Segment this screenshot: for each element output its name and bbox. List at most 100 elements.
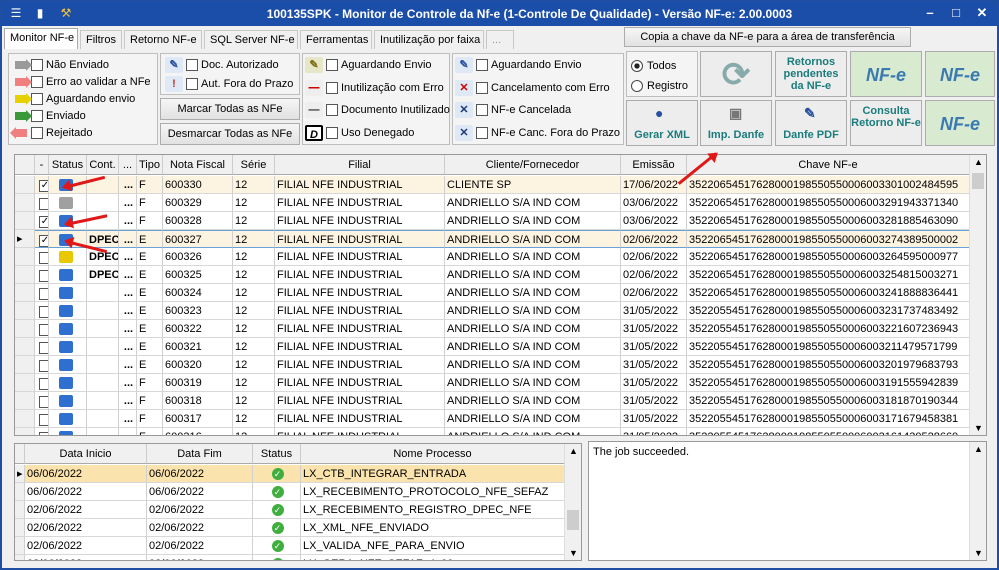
- legend-nao-enviado[interactable]: Não Enviado: [15, 57, 109, 73]
- row-checkbox[interactable]: [35, 302, 49, 320]
- checkbox[interactable]: [326, 127, 338, 139]
- row-checkbox[interactable]: [35, 428, 49, 435]
- wrench-icon[interactable]: ⚒: [58, 5, 74, 21]
- scroll-thumb[interactable]: [972, 173, 984, 189]
- grid-header-8[interactable]: Filial: [275, 155, 445, 175]
- row-menu-button[interactable]: ...: [119, 320, 137, 338]
- table-row[interactable]: ... F 600317 12 FILIAL NFE INDUSTRIAL ANDRIEL…: [15, 410, 970, 428]
- checkbox[interactable]: [39, 360, 48, 373]
- checkbox[interactable]: [39, 342, 48, 355]
- checkbox[interactable]: [31, 127, 43, 139]
- row-menu-button[interactable]: ...: [119, 284, 137, 302]
- retornos-pendentes-button[interactable]: Retornos pendentes da NF-e: [775, 51, 847, 97]
- log-scrollbar[interactable]: ▲ ▼: [969, 442, 986, 560]
- row-menu-button[interactable]: ...: [119, 338, 137, 356]
- job-row[interactable]: 02/06/2022 02/06/2022 ✓ LX_VALIDA_NFE_PARA_…: [15, 537, 565, 555]
- row-menu-button[interactable]: ...: [119, 374, 137, 392]
- grid-header-1[interactable]: -: [35, 155, 49, 175]
- table-row[interactable]: ...F60031612FILIAL NFE INDUSTRIALANDRIEL…: [15, 428, 970, 435]
- jobs-header-1[interactable]: Data Inicio: [25, 444, 147, 464]
- consulta-retorno-button[interactable]: Consulta Retorno NF-e: [850, 100, 922, 146]
- table-row[interactable]: ... F 600318 12 FILIAL NFE INDUSTRIAL ANDRIEL…: [15, 392, 970, 410]
- grid-header-6[interactable]: Nota Fiscal: [163, 155, 233, 175]
- row-checkbox[interactable]: [35, 338, 49, 356]
- table-row[interactable]: ✓... F 600330 12 FILIAL NFE INDUSTRIAL CLIENT…: [15, 176, 970, 194]
- maximize-button[interactable]: □: [943, 4, 969, 22]
- row-checkbox[interactable]: [35, 194, 49, 212]
- nfe-consult-button[interactable]: NF-e: [925, 100, 995, 146]
- filter-aut-fora-prazo[interactable]: ! Aut. Fora do Prazo: [165, 76, 293, 92]
- row-menu-button[interactable]: ...: [119, 410, 137, 428]
- row-menu-button[interactable]: ...: [119, 428, 137, 435]
- refresh-button[interactable]: ⟳: [700, 51, 772, 97]
- checkbox[interactable]: [476, 59, 488, 71]
- checkbox[interactable]: [476, 127, 488, 139]
- jobs-header-2[interactable]: Data Fim: [147, 444, 253, 464]
- checkbox[interactable]: [39, 198, 48, 211]
- radio-registro[interactable]: Registro: [631, 78, 688, 94]
- checkbox[interactable]: [39, 396, 48, 409]
- job-row[interactable]: 02/06/2022 02/06/2022 ✓ LX_XML_NFE_ENVIADO: [15, 519, 565, 537]
- traffic-light-icon[interactable]: ▮: [32, 5, 48, 21]
- filter-doc-autorizado[interactable]: ✎ Doc. Autorizado: [165, 57, 279, 73]
- tab-ferramentas[interactable]: Ferramentas: [300, 30, 372, 50]
- filter-inut-erro[interactable]: — Inutilização com Erro: [305, 80, 444, 96]
- nfe-grid-scrollbar[interactable]: ▲ ▼: [969, 155, 986, 435]
- table-row[interactable]: ... E 600322 12 FILIAL NFE INDUSTRIAL ANDRIEL…: [15, 320, 970, 338]
- grid-header-3[interactable]: Cont.: [87, 155, 119, 175]
- grid-header-7[interactable]: Série: [233, 155, 275, 175]
- checkbox[interactable]: [186, 59, 198, 71]
- row-menu-button[interactable]: ...: [119, 266, 137, 284]
- row-checkbox[interactable]: [35, 320, 49, 338]
- scroll-down-icon[interactable]: ▼: [569, 548, 578, 558]
- table-row[interactable]: ... E 600323 12 FILIAL NFE INDUSTRIAL ANDRIEL…: [15, 302, 970, 320]
- table-row[interactable]: ... E 600321 12 FILIAL NFE INDUSTRIAL ANDRIEL…: [15, 338, 970, 356]
- checkbox[interactable]: [39, 270, 48, 283]
- filter-inut-aguardando[interactable]: ✎ Aguardando Envio: [305, 57, 432, 73]
- tab-sql-server-nfe[interactable]: SQL Server NF-e: [204, 30, 298, 50]
- job-row[interactable]: 02/06/202202/06/2022 ✓ LX_GERA_NFE_SEFAZ_4…: [15, 555, 565, 560]
- row-checkbox[interactable]: ✓: [35, 212, 49, 230]
- filter-doc-inutilizado[interactable]: — Documento Inutilizado: [305, 102, 450, 118]
- scroll-down-icon[interactable]: ▼: [974, 548, 983, 558]
- nfe-send-button[interactable]: NF-e: [850, 51, 922, 97]
- checkbox[interactable]: ✓: [39, 216, 48, 229]
- table-row[interactable]: ... F 600319 12 FILIAL NFE INDUSTRIAL ANDRIEL…: [15, 374, 970, 392]
- checkbox[interactable]: [476, 104, 488, 116]
- jobs-grid-scrollbar[interactable]: ▲ ▼: [564, 444, 581, 560]
- tab-monitor-nfe[interactable]: Monitor NF-e: [4, 28, 78, 50]
- checkbox[interactable]: [39, 378, 48, 391]
- filter-nfe-cancelada[interactable]: ✕ NF-e Cancelada: [455, 102, 571, 118]
- table-row[interactable]: ✓... F 600328 12 FILIAL NFE INDUSTRIAL ANDRIE…: [15, 212, 970, 230]
- nfe-cancel-button[interactable]: NF-e: [925, 51, 995, 97]
- row-checkbox[interactable]: [35, 284, 49, 302]
- checkbox[interactable]: [326, 59, 338, 71]
- legend-enviado[interactable]: Enviado: [15, 108, 86, 124]
- job-row[interactable]: 02/06/2022 02/06/2022 ✓ LX_RECEBIMENTO_REGI…: [15, 501, 565, 519]
- checkbox[interactable]: [39, 324, 48, 337]
- row-menu-button[interactable]: ...: [119, 176, 137, 194]
- checkbox[interactable]: [31, 93, 43, 105]
- row-menu-button[interactable]: ...: [119, 212, 137, 230]
- jobs-header-3[interactable]: Status: [253, 444, 301, 464]
- checkbox[interactable]: [39, 252, 48, 265]
- grid-header-4[interactable]: ...: [119, 155, 137, 175]
- row-menu-button[interactable]: ...: [119, 194, 137, 212]
- filter-uso-denegado[interactable]: D Uso Denegado: [305, 125, 414, 141]
- job-row[interactable]: 06/06/2022 06/06/2022 ✓ LX_RECEBIMENTO_PROT…: [15, 483, 565, 501]
- filter-canc-fora-prazo[interactable]: ✕ NF-e Canc. Fora do Prazo: [455, 125, 620, 141]
- checkbox[interactable]: [186, 78, 198, 90]
- checkbox[interactable]: ✓: [39, 180, 48, 193]
- row-menu-button[interactable]: ...: [119, 356, 137, 374]
- checkbox[interactable]: [326, 104, 338, 116]
- radio-selected[interactable]: [631, 60, 643, 72]
- close-button[interactable]: ✕: [969, 4, 995, 22]
- minimize-button[interactable]: –: [917, 4, 943, 22]
- table-row[interactable]: ▸ ✓ DPEC... E 600327 12 FILIAL NFE INDUSTRIAL A…: [15, 230, 970, 248]
- legend-erro-validar[interactable]: Erro ao validar a NFe: [15, 74, 151, 90]
- row-checkbox[interactable]: [35, 266, 49, 284]
- imp-danfe-button[interactable]: ▣ Imp. Danfe: [700, 100, 772, 146]
- radio-unselected[interactable]: [631, 80, 643, 92]
- grid-header-2[interactable]: Status: [49, 155, 87, 175]
- tab-retorno-nfe[interactable]: Retorno NF-e: [124, 30, 202, 50]
